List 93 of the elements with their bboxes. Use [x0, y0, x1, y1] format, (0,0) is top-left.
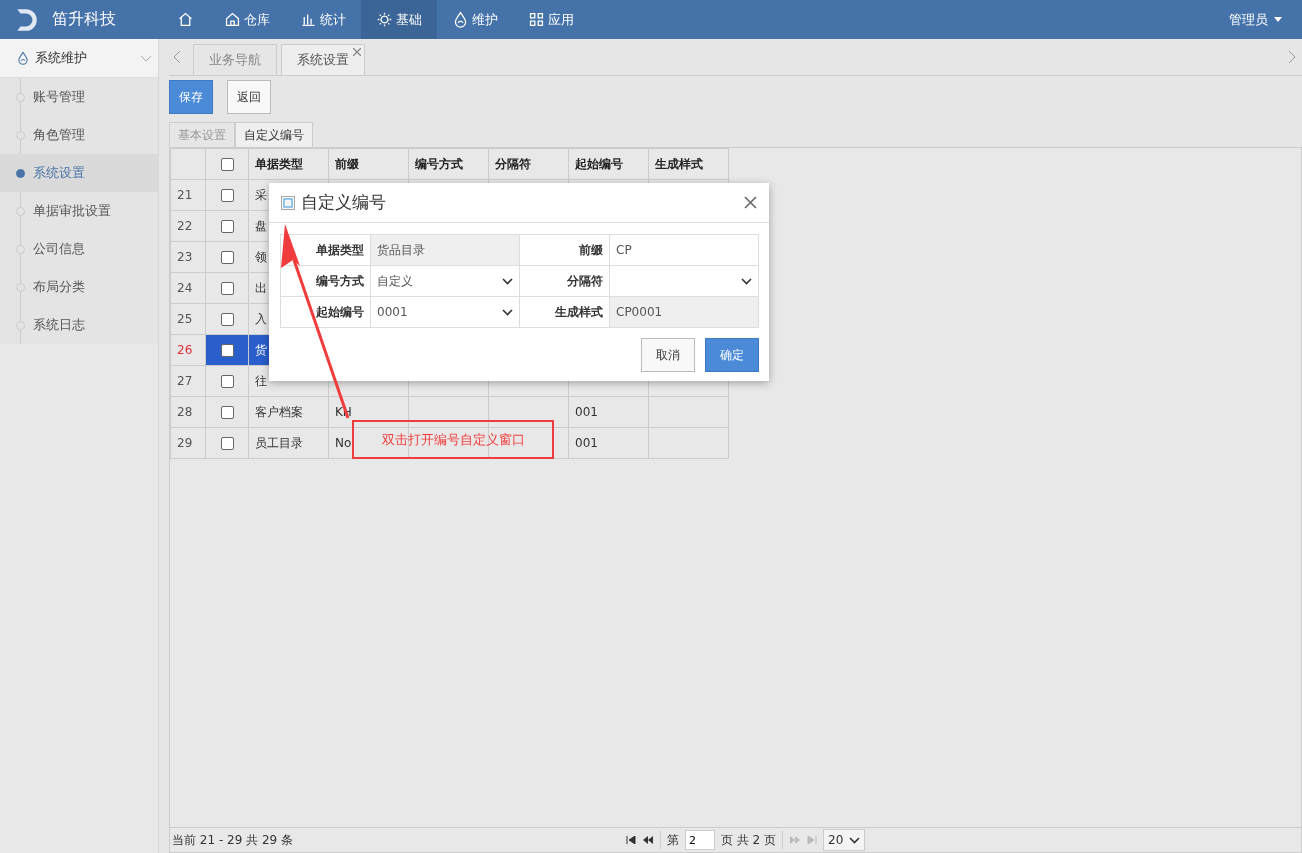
sidebar-title: 系统维护: [35, 49, 87, 67]
user-menu[interactable]: 管理员: [1223, 9, 1288, 30]
warehouse-icon: [224, 11, 241, 28]
row-number: 27: [170, 365, 206, 397]
table-cell[interactable]: [205, 303, 249, 335]
sidebar-item[interactable]: 布局分类: [0, 268, 158, 306]
row-number: 23: [170, 241, 206, 273]
column-header: 分隔符: [488, 148, 569, 180]
sidebar-item[interactable]: 单据审批设置: [0, 192, 158, 230]
sidebar-item[interactable]: 公司信息: [0, 230, 158, 268]
annotation-callout: 双击打开编号自定义窗口: [352, 420, 554, 459]
close-icon[interactable]: [744, 196, 757, 209]
page-input[interactable]: 2: [684, 830, 715, 850]
table-cell[interactable]: [205, 427, 249, 459]
home-icon: [177, 11, 194, 28]
table-cell[interactable]: [205, 241, 249, 273]
brand-name: 笛升科技: [52, 9, 116, 30]
logo-icon: [14, 6, 40, 33]
chevron-down-icon: [502, 277, 513, 285]
checkbox[interactable]: [220, 220, 234, 233]
first-page-icon[interactable]: [625, 836, 636, 844]
field-label: 分隔符: [520, 266, 610, 297]
chevron-down-icon: [741, 277, 752, 285]
field-label: 起始编号: [281, 297, 371, 328]
nav-item[interactable]: 维护: [437, 0, 513, 39]
sidebar-item[interactable]: 角色管理: [0, 116, 158, 154]
chevron-down-icon: [502, 308, 513, 316]
caret-icon: [1274, 17, 1282, 22]
row-number: 25: [170, 303, 206, 335]
row-number: 21: [170, 179, 206, 211]
row-number: 26: [170, 334, 206, 366]
checkbox[interactable]: [220, 406, 234, 419]
column-header: 起始编号: [568, 148, 649, 180]
checkbox[interactable]: [220, 437, 234, 450]
table-cell[interactable]: [205, 365, 249, 397]
nav-item[interactable]: 统计: [285, 0, 361, 39]
toolbar-button[interactable]: 保存: [169, 80, 213, 114]
checkbox[interactable]: [220, 344, 234, 357]
settings-tab[interactable]: 自定义编号: [235, 122, 313, 147]
table-cell[interactable]: [205, 396, 249, 428]
chevron-down-icon: [849, 836, 860, 844]
input-field[interactable]: CP: [610, 235, 759, 266]
sidebar-header[interactable]: 系统维护: [0, 39, 158, 78]
checkbox[interactable]: [220, 189, 234, 202]
select-field[interactable]: 自定义: [371, 266, 520, 297]
input-field[interactable]: CP0001: [610, 297, 759, 328]
table-cell[interactable]: [205, 272, 249, 304]
input-field[interactable]: 货品目录: [371, 235, 520, 266]
stats-icon: [300, 11, 317, 28]
row-number: 22: [170, 210, 206, 242]
sidebar-item[interactable]: 系统日志: [0, 306, 158, 344]
row-number: 28: [170, 396, 206, 428]
gear-icon: [376, 11, 393, 28]
row-number: 29: [170, 427, 206, 459]
sidebar-item[interactable]: 系统设置: [0, 154, 158, 192]
prev-page-icon[interactable]: [641, 836, 654, 844]
dialog-button[interactable]: 确定: [705, 338, 759, 372]
row-number: 24: [170, 272, 206, 304]
table-cell: 001: [568, 396, 649, 428]
column-header: 前缀: [328, 148, 409, 180]
table-cell: 客户档案: [248, 396, 329, 428]
nav-item[interactable]: 基础: [361, 0, 437, 39]
table-cell: 001: [568, 427, 649, 459]
checkbox[interactable]: [220, 158, 234, 171]
close-icon[interactable]: [353, 48, 361, 56]
sidebar-item[interactable]: 账号管理: [0, 78, 158, 116]
column-header: 单据类型: [248, 148, 329, 180]
select-field[interactable]: 0001: [371, 297, 520, 328]
nav-item[interactable]: 仓库: [209, 0, 285, 39]
page-size-select[interactable]: 20: [823, 829, 865, 851]
checkbox[interactable]: [220, 313, 234, 326]
chevron-icon: [140, 54, 152, 62]
checkbox[interactable]: [220, 375, 234, 388]
drop-icon: [452, 11, 469, 28]
column-header: 编号方式: [408, 148, 489, 180]
toolbar-button[interactable]: 返回: [227, 80, 271, 114]
page-total: 页 共 2 页: [720, 831, 776, 849]
dialog-button[interactable]: 取消: [641, 338, 695, 372]
table-cell[interactable]: [205, 179, 249, 211]
drop-icon: [16, 51, 30, 65]
table-cell[interactable]: [205, 210, 249, 242]
checkbox[interactable]: [220, 251, 234, 264]
window-icon: [281, 195, 295, 210]
column-header: 生成样式: [648, 148, 729, 180]
page-tab[interactable]: 系统设置: [281, 44, 365, 75]
apps-icon: [528, 11, 545, 28]
pager-summary: 当前 21 - 29 共 29 条: [172, 831, 294, 849]
page-label: 第: [666, 831, 679, 849]
field-label: 编号方式: [281, 266, 371, 297]
checkbox[interactable]: [220, 282, 234, 295]
nav-item[interactable]: 应用: [513, 0, 589, 39]
table-cell: 员工目录: [248, 427, 329, 459]
field-label: 前缀: [520, 235, 610, 266]
